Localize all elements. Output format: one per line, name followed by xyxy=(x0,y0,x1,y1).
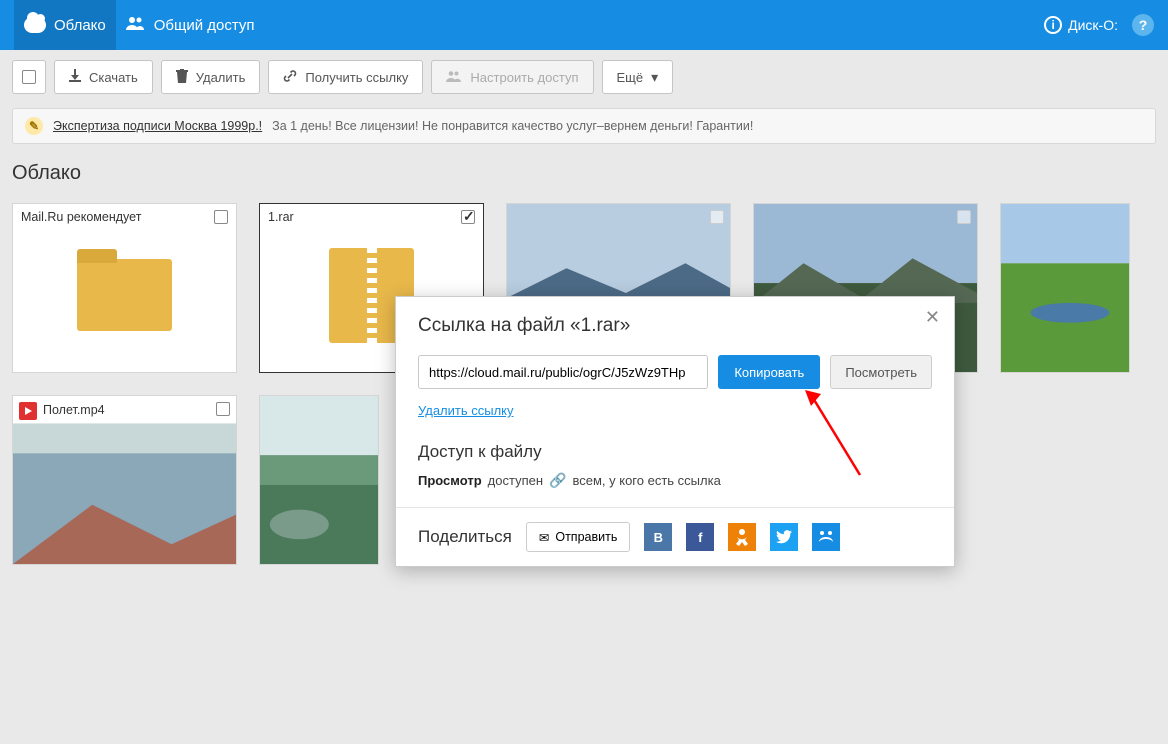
image-thumbnail xyxy=(13,396,236,564)
more-button[interactable]: Ещё ▾ xyxy=(602,60,674,94)
nav-help[interactable]: ? xyxy=(1132,14,1154,36)
access-section-title: Доступ к файлу xyxy=(418,442,932,462)
share-mymir-button[interactable] xyxy=(812,523,840,551)
send-label: Отправить xyxy=(555,530,617,544)
share-link-modal: ✕ Ссылка на файл «1.rar» Копировать Посм… xyxy=(395,296,955,567)
select-all-checkbox[interactable] xyxy=(12,60,46,94)
delete-label: Удалить xyxy=(196,70,246,85)
image-item-3[interactable] xyxy=(1000,203,1130,373)
access-info: Просмотр доступен 🔗 всем, у кого есть сс… xyxy=(418,472,932,489)
nav-cloud-label: Облако xyxy=(54,17,106,34)
nav-disko-label: Диск-О: xyxy=(1068,17,1118,33)
toolbar: Скачать Удалить Получить ссылку Настроит… xyxy=(12,60,1156,94)
image-thumbnail xyxy=(260,396,378,564)
info-icon: i xyxy=(1044,16,1062,34)
download-button[interactable]: Скачать xyxy=(54,60,153,94)
more-label: Ещё xyxy=(617,70,644,85)
nav-shared[interactable]: Общий доступ xyxy=(116,0,265,50)
file-polet-mp4[interactable]: Полет.mp4 xyxy=(12,395,237,565)
video-icon xyxy=(19,402,37,420)
ad-banner[interactable]: ✎ Экспертиза подписи Москва 1999р.! За 1… xyxy=(12,108,1156,144)
item-checkbox[interactable] xyxy=(216,402,230,416)
ad-icon: ✎ xyxy=(25,117,43,135)
ad-body: За 1 день! Все лицензии! Не понравится к… xyxy=(272,119,753,133)
nav-cloud[interactable]: Облако xyxy=(14,0,116,50)
view-button[interactable]: Посмотреть xyxy=(830,355,932,389)
access-mode: Просмотр xyxy=(418,473,482,488)
folder-label: Mail.Ru рекомендует xyxy=(21,210,141,224)
image-item-4[interactable] xyxy=(259,395,379,565)
trash-icon xyxy=(176,69,188,86)
close-button[interactable]: ✕ xyxy=(925,307,940,328)
share-tw-button[interactable] xyxy=(770,523,798,551)
image-thumbnail xyxy=(1001,204,1129,372)
getlink-button[interactable]: Получить ссылку xyxy=(268,60,423,94)
access-who: всем, у кого есть ссылка xyxy=(572,473,720,488)
top-nav: Облако Общий доступ i Диск-О: ? xyxy=(0,0,1168,50)
access-label: Настроить доступ xyxy=(470,70,578,85)
item-checkbox[interactable] xyxy=(957,210,971,224)
download-icon xyxy=(69,69,81,85)
folder-mailru-recommends[interactable]: Mail.Ru рекомендует xyxy=(12,203,237,373)
copy-button[interactable]: Копировать xyxy=(718,355,820,389)
share-ok-button[interactable] xyxy=(728,523,756,551)
cloud-icon xyxy=(24,17,46,33)
share-title: Поделиться xyxy=(418,527,512,547)
breadcrumb: Облако xyxy=(12,162,1156,185)
nav-shared-label: Общий доступ xyxy=(154,17,255,34)
link-icon xyxy=(283,69,297,86)
folder-icon xyxy=(77,259,172,331)
getlink-label: Получить ссылку xyxy=(305,70,408,85)
share-fb-button[interactable]: f xyxy=(686,523,714,551)
chevron-down-icon: ▾ xyxy=(651,69,658,86)
item-checkbox[interactable] xyxy=(214,210,228,224)
help-icon: ? xyxy=(1132,14,1154,36)
access-button[interactable]: Настроить доступ xyxy=(431,60,593,94)
modal-title: Ссылка на файл «1.rar» xyxy=(418,315,932,337)
mail-icon: ✉ xyxy=(539,530,549,545)
delete-link[interactable]: Удалить ссылку xyxy=(418,403,514,418)
share-vk-button[interactable]: B xyxy=(644,523,672,551)
checkbox-icon xyxy=(22,70,36,84)
item-checkbox[interactable] xyxy=(461,210,475,224)
item-checkbox[interactable] xyxy=(710,210,724,224)
file-label: 1.rar xyxy=(268,210,294,224)
group-icon xyxy=(446,69,462,85)
file-label: Полет.mp4 xyxy=(43,403,105,417)
send-email-button[interactable]: ✉ Отправить xyxy=(526,522,630,552)
access-text: доступен xyxy=(488,473,543,488)
group-icon xyxy=(126,15,146,35)
share-url-input[interactable] xyxy=(418,355,708,389)
ad-title[interactable]: Экспертиза подписи Москва 1999р.! xyxy=(53,119,262,133)
link-icon: 🔗 xyxy=(549,472,566,489)
nav-disko[interactable]: i Диск-О: xyxy=(1044,16,1118,34)
share-section: Поделиться ✉ Отправить B f xyxy=(396,507,954,566)
download-label: Скачать xyxy=(89,70,138,85)
delete-button[interactable]: Удалить xyxy=(161,60,261,94)
